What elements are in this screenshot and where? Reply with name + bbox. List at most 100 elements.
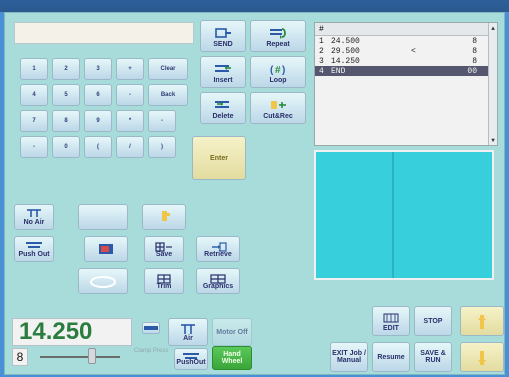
repeat-label: Repeat [266,41,290,48]
blank-button[interactable] [78,204,128,230]
row-count: 8 [472,46,477,56]
edit-label: EDIT [383,325,399,332]
back-button[interactable]: Back [148,84,188,106]
row-index: 2 [319,46,324,56]
insert-button[interactable]: Insert [200,56,246,88]
key-negative[interactable]: - [20,136,48,158]
key-1[interactable]: 1 [20,58,48,80]
key-0[interactable]: 0 [52,136,80,158]
key-9-label: 9 [96,118,100,124]
scroll-up-icon[interactable]: ▲ [490,24,496,32]
program-table[interactable]: # 1 24.500 8 2 29.500 < 8 3 14.250 8 4 E… [314,22,498,146]
layout-button[interactable] [84,236,128,262]
air-icon [178,323,198,335]
scroll-down-icon[interactable]: ▼ [490,136,496,144]
key-open-paren-label: ( [97,144,99,150]
marker-button[interactable] [142,204,186,230]
svg-text:): ) [282,65,285,75]
stop-button[interactable]: STOP [414,306,452,336]
key-divide-label: / [129,144,131,150]
push-out-small-button[interactable]: PushOut [174,348,208,370]
clear-button[interactable]: Clear [148,58,188,80]
air-button[interactable]: Air [168,318,208,346]
no-air-button[interactable]: No Air [14,204,54,230]
save-run-button[interactable]: SAVE & RUN [414,342,452,372]
delete-button[interactable]: Delete [200,92,246,124]
current-position-display: 14.250 [12,318,132,346]
mode-indicator[interactable] [142,322,160,334]
key-5[interactable]: 5 [52,84,80,106]
trim-button[interactable]: Trim [144,268,184,294]
key-close-paren[interactable]: ) [148,136,176,158]
jog-down-icon [474,349,490,367]
retrieve-button[interactable]: Retrieve [196,236,240,262]
key-7-label: 7 [32,118,36,124]
push-out-button[interactable]: Push Out [14,236,54,262]
table-row[interactable]: 3 14.250 8 [315,56,497,66]
key-negative-label: - [33,144,35,150]
row-index: 3 [319,56,324,66]
graphics-button[interactable]: Graphics [196,268,240,294]
exit-job-button[interactable]: EXIT Job / Manual [330,342,368,372]
hand-wheel-button[interactable]: Hand Wheel [212,346,252,370]
save-label: Save [155,251,173,258]
key-9[interactable]: 9 [84,110,112,132]
table-row-selected[interactable]: 4 END 00 [315,66,497,76]
delete-icon [213,99,233,111]
program-table-header: # [315,23,497,36]
edit-button[interactable]: EDIT [372,306,410,336]
table-scrollbar[interactable]: ▲ ▼ [488,23,497,145]
key-plus[interactable]: + [116,58,144,80]
motor-off-button[interactable]: Motor Off [212,318,252,346]
key-dash[interactable]: - [148,110,176,132]
key-7[interactable]: 7 [20,110,48,132]
resume-button[interactable]: Resume [372,342,410,372]
jog-down-button[interactable] [460,342,504,372]
key-minus[interactable]: - [116,84,144,106]
insert-icon [213,63,233,75]
key-8[interactable]: 8 [52,110,80,132]
loop-button[interactable]: ( # ) Loop [250,56,306,88]
svg-text:#: # [275,65,281,75]
key-6-label: 6 [96,92,100,98]
table-row[interactable]: 1 24.500 8 [315,36,497,46]
table-header-index: # [319,24,324,34]
table-row[interactable]: 2 29.500 < 8 [315,46,497,56]
trim-label: Trim [156,283,172,290]
key-multiply-label: * [128,118,132,124]
key-divide[interactable]: / [116,136,144,158]
enter-button[interactable]: Enter [192,136,246,180]
row-value: 24.500 [331,36,360,46]
retrieve-label: Retrieve [204,251,232,258]
loop-label: Loop [269,77,287,84]
graphics-label: Graphics [202,283,234,290]
jog-up-button[interactable] [460,306,504,336]
key-open-paren[interactable]: ( [84,136,112,158]
key-multiply[interactable]: * [116,110,144,132]
repeat-button[interactable]: Repeat [250,20,306,52]
preview-divider [392,152,394,278]
key-3[interactable]: 3 [84,58,112,80]
cut-rec-button[interactable]: Cut&Rec [250,92,306,124]
key-2-label: 2 [64,66,68,72]
stop-label: STOP [423,317,443,325]
delete-label: Delete [212,113,234,120]
current-position-value: 14.250 [19,318,93,345]
screen: SEND Repeat Insert ( #) Loop Delete Cut… [0,0,509,377]
key-5-label: 5 [64,92,68,98]
key-6[interactable]: 6 [84,84,112,106]
row-index: 1 [319,36,324,46]
input-display[interactable] [14,22,194,44]
exit-job-label: EXIT Job / Manual [332,350,366,364]
key-close-paren-label: ) [161,144,163,150]
slider-thumb[interactable] [88,348,96,364]
clear-label: Clear [160,66,176,72]
key-2[interactable]: 2 [52,58,80,80]
oval-button[interactable] [78,268,128,294]
send-button[interactable]: SEND [200,20,246,52]
preview-area [314,150,494,280]
row-value: 29.500 [331,46,360,56]
slider-track [40,356,120,358]
key-4[interactable]: 4 [20,84,48,106]
save-button[interactable]: Save [144,236,184,262]
